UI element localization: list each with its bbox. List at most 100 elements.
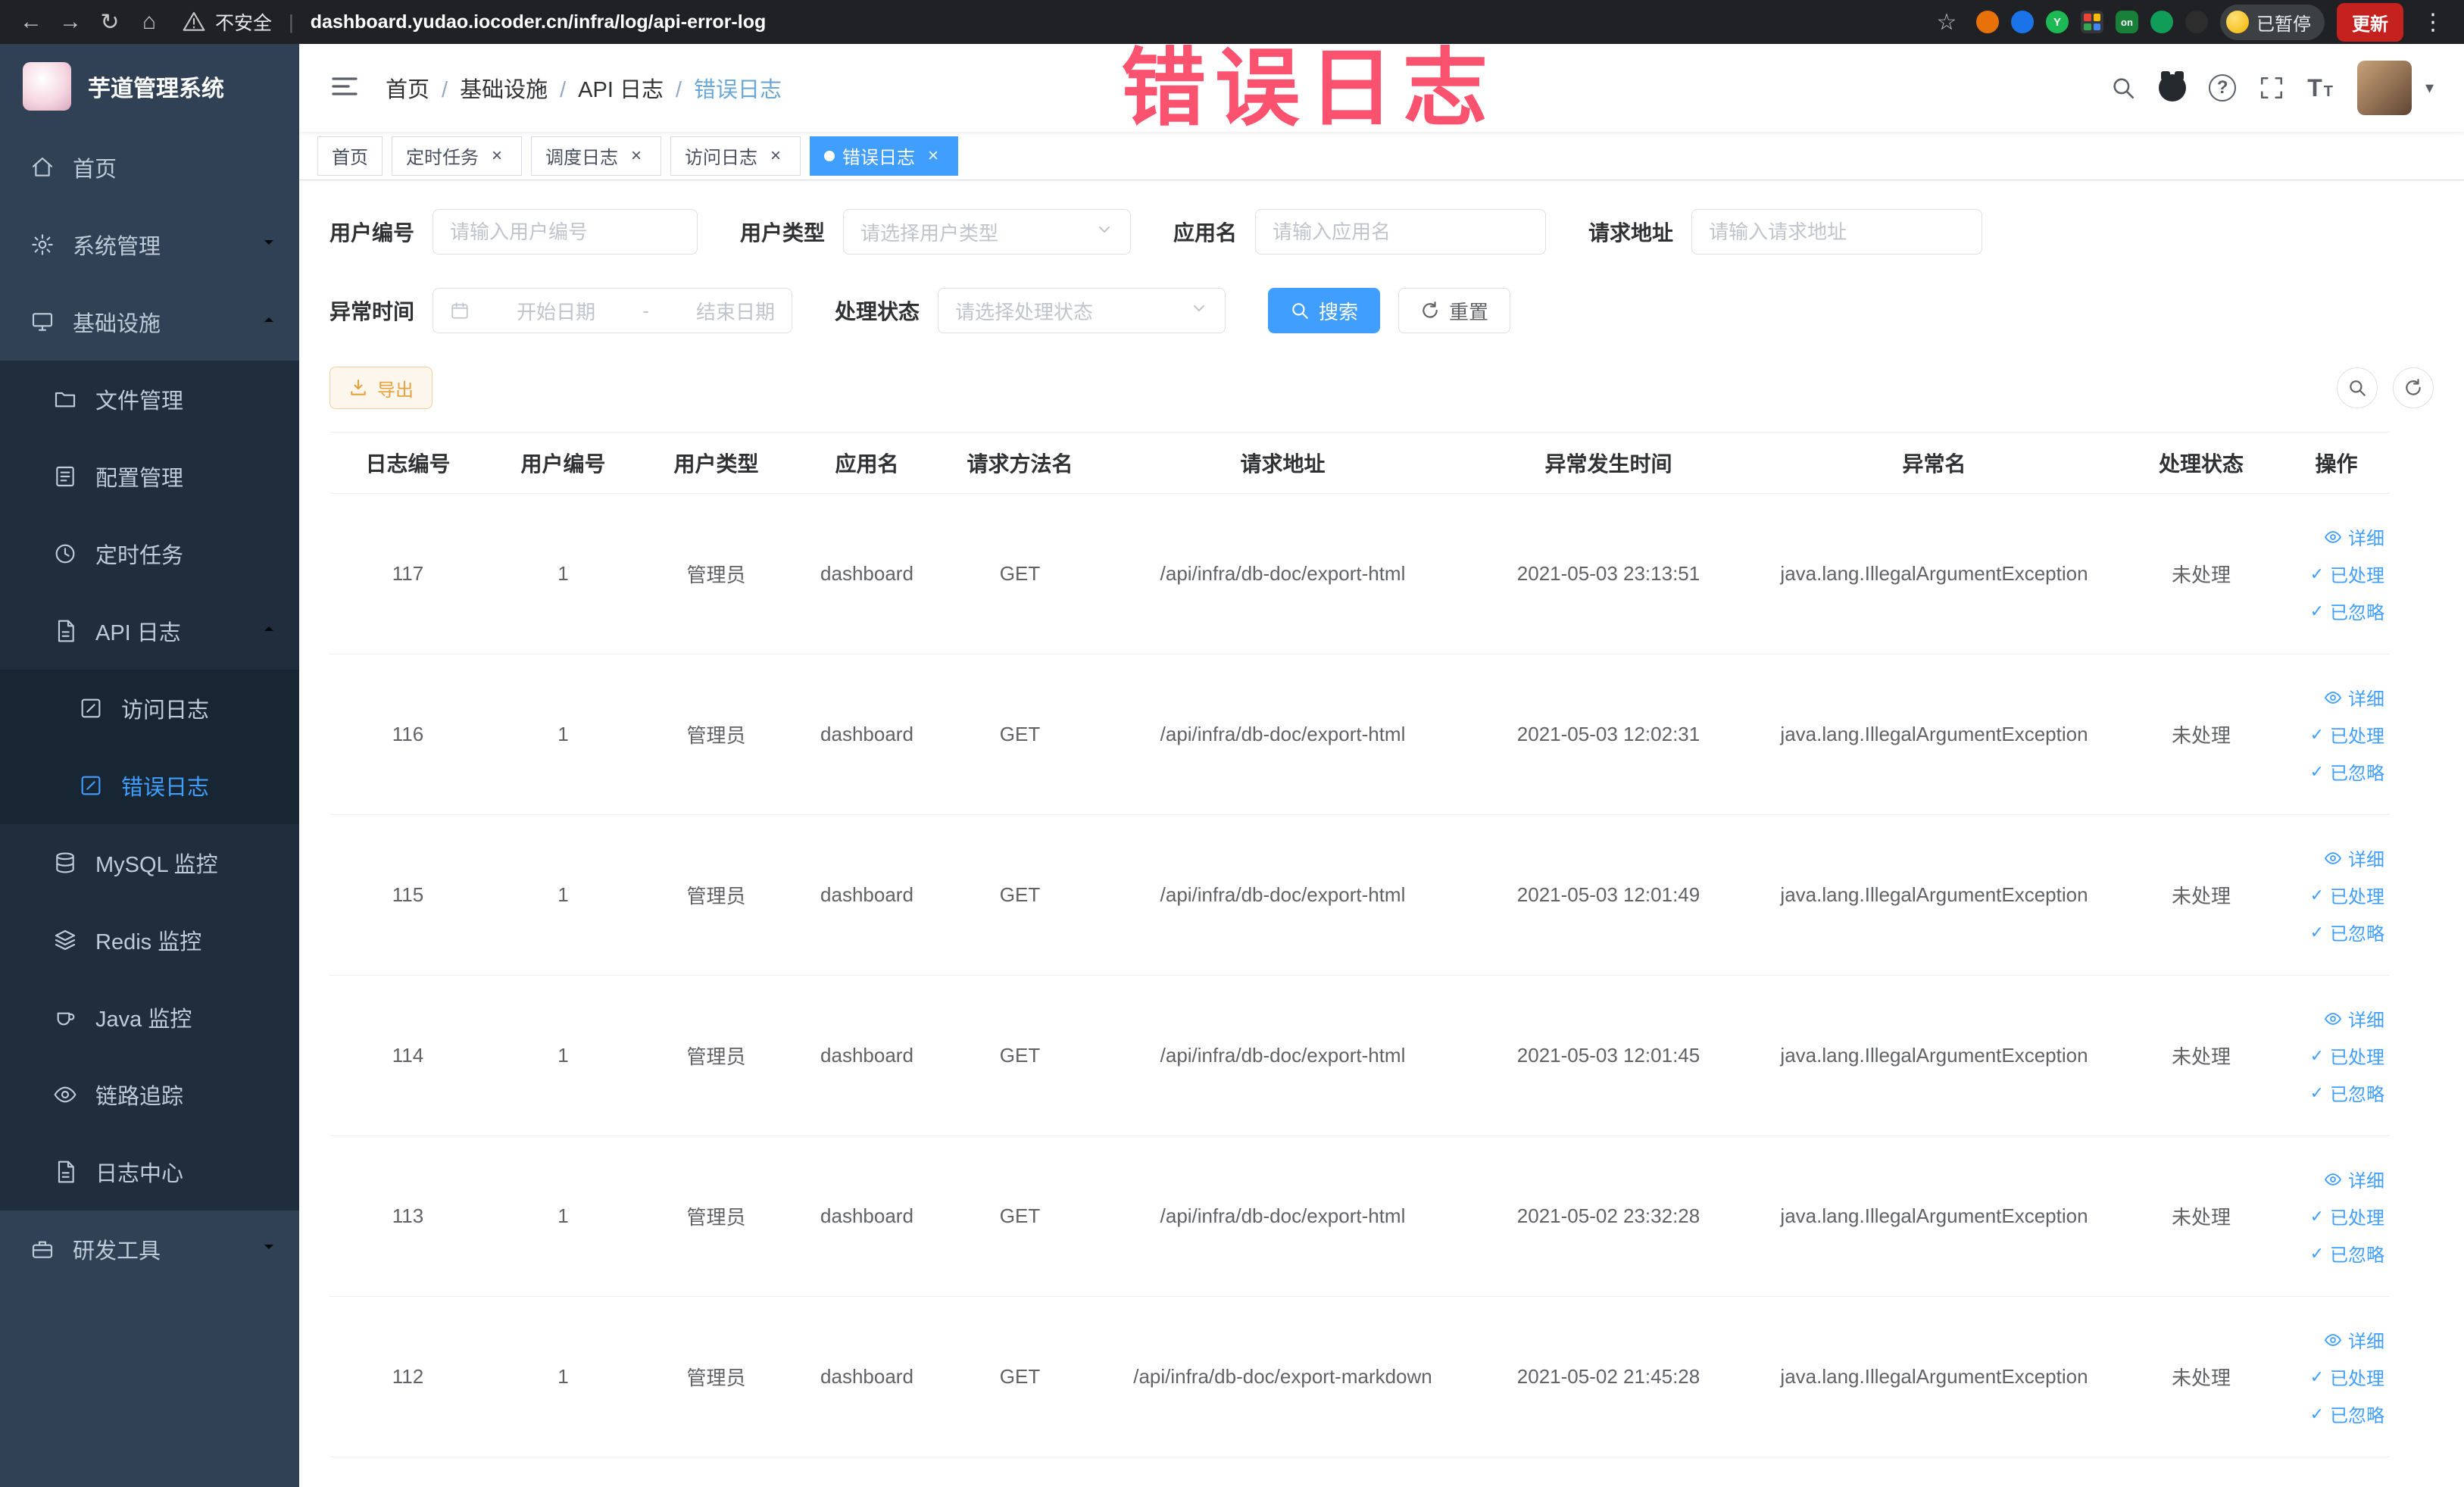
close-icon[interactable]: × xyxy=(486,145,507,167)
help-icon[interactable]: ? xyxy=(2209,74,2237,102)
sidebar-item-home[interactable]: 首页 xyxy=(0,129,299,206)
user-type-select[interactable]: 请选择用户类型 xyxy=(843,209,1132,255)
user-avatar[interactable] xyxy=(2356,61,2412,115)
process-status-cell: 未处理 xyxy=(2171,1045,2231,1068)
mark-ignored-link[interactable]: ✓ 已忽略 xyxy=(2310,1079,2384,1106)
home-icon xyxy=(30,155,55,180)
sidebar-item-label: 首页 xyxy=(73,158,117,182)
detail-link[interactable]: 详细 xyxy=(2324,1005,2384,1032)
extension-icon[interactable] xyxy=(1976,11,1999,33)
font-size-icon[interactable]: TT xyxy=(2307,74,2334,102)
tab-scheduled-tasks[interactable]: 定时任务 × xyxy=(392,136,522,176)
mark-processed-link[interactable]: ✓ 已处理 xyxy=(2310,561,2384,587)
mark-ignored-link[interactable]: ✓ 已忽略 xyxy=(2310,598,2384,624)
app-name-input[interactable] xyxy=(1273,220,1529,244)
search-icon[interactable] xyxy=(2110,75,2136,101)
tab-home[interactable]: 首页 xyxy=(317,136,383,176)
back-icon[interactable]: ← xyxy=(14,5,48,39)
update-button[interactable]: 更新 xyxy=(2337,2,2403,42)
extension-grid-icon[interactable] xyxy=(2081,11,2103,33)
home-icon[interactable]: ⌂ xyxy=(132,5,167,39)
extension-icon[interactable]: Y xyxy=(2046,11,2069,33)
sidebar-item-access-log[interactable]: 访问日志 xyxy=(0,670,299,747)
request-url-input[interactable] xyxy=(1709,220,1966,244)
breadcrumb-item[interactable]: 基础设施 xyxy=(460,72,578,104)
log-id-cell: 116 xyxy=(392,723,424,745)
export-button[interactable]: 导出 xyxy=(329,367,433,409)
sidebar-item-java-monitor[interactable]: Java 监控 xyxy=(0,979,299,1056)
address-bar[interactable]: 不安全 | dashboard.yudao.iocoder.cn/infra/l… xyxy=(182,8,1925,36)
forward-icon[interactable]: → xyxy=(53,5,88,39)
mark-ignored-link[interactable]: ✓ 已忽略 xyxy=(2310,1240,2384,1267)
user-id-cell: 1 xyxy=(557,1204,569,1227)
search-button[interactable]: 搜索 xyxy=(1268,288,1381,333)
process-status-select[interactable]: 请选择处理状态 xyxy=(938,288,1226,333)
request-method-cell: GET xyxy=(999,883,1041,906)
table-row: 117 1 管理员 dashboard GET /api/infra/db-do… xyxy=(329,494,2390,654)
mark-processed-link[interactable]: ✓ 已处理 xyxy=(2310,1364,2384,1390)
toggle-search-button[interactable] xyxy=(2337,367,2378,408)
sidebar-item-error-log[interactable]: 错误日志 xyxy=(0,747,299,824)
mark-processed-link[interactable]: ✓ 已处理 xyxy=(2310,882,2384,908)
calendar-icon xyxy=(450,301,470,320)
refresh-button[interactable] xyxy=(2393,367,2434,408)
detail-link[interactable]: 详细 xyxy=(2324,1326,2384,1353)
detail-link[interactable]: 详细 xyxy=(2324,523,2384,550)
reload-icon[interactable]: ↻ xyxy=(92,5,127,39)
sidebar-item-file-management[interactable]: 文件管理 xyxy=(0,361,299,438)
reset-button[interactable]: 重置 xyxy=(1398,288,1511,333)
sidebar-item-infrastructure[interactable]: 基础设施 xyxy=(0,283,299,361)
mark-ignored-link[interactable]: ✓ 已忽略 xyxy=(2310,1401,2384,1427)
extension-icon[interactable] xyxy=(2150,11,2173,33)
sidebar-item-label: 错误日志 xyxy=(121,776,210,800)
bookmark-star-icon[interactable]: ☆ xyxy=(1929,5,1964,39)
detail-link[interactable]: 详细 xyxy=(2324,684,2384,711)
mark-processed-link[interactable]: ✓ 已处理 xyxy=(2310,1042,2384,1069)
check-icon: ✓ xyxy=(2309,1045,2324,1065)
sidebar-item-label: 基础设施 xyxy=(73,312,161,336)
mark-ignored-link[interactable]: ✓ 已忽略 xyxy=(2310,758,2384,785)
sidebar-item-scheduled-tasks[interactable]: 定时任务 xyxy=(0,515,299,592)
column-header: 异常名 xyxy=(1902,452,1966,476)
table-row: 113 1 管理员 dashboard GET /api/infra/db-do… xyxy=(329,1136,2390,1297)
detail-link[interactable]: 详细 xyxy=(2324,845,2384,871)
sidebar-item-log-center[interactable]: 日志中心 xyxy=(0,1133,299,1211)
close-icon[interactable]: × xyxy=(765,145,786,167)
close-icon[interactable]: × xyxy=(923,145,944,167)
sidebar-item-dev-tools[interactable]: 研发工具 xyxy=(0,1211,299,1288)
mark-ignored-link[interactable]: ✓ 已忽略 xyxy=(2310,919,2384,945)
check-icon: ✓ xyxy=(2309,1243,2324,1263)
extension-icon[interactable] xyxy=(2185,11,2208,33)
sidebar-item-tracing[interactable]: 链路追踪 xyxy=(0,1056,299,1133)
sidebar-item-api-logs[interactable]: API 日志 xyxy=(0,592,299,670)
exception-name-cell: java.lang.IllegalArgumentException xyxy=(1780,723,2088,745)
extension-on-icon[interactable]: on xyxy=(2116,11,2138,33)
mark-processed-link[interactable]: ✓ 已处理 xyxy=(2310,1203,2384,1229)
sidebar-item-system-management[interactable]: 系统管理 xyxy=(0,206,299,283)
breadcrumb-item[interactable]: 首页 xyxy=(386,72,460,104)
request-url-cell: /api/infra/db-doc/export-html xyxy=(1160,562,1406,585)
caret-down-icon[interactable]: ▾ xyxy=(2425,78,2434,98)
sidebar-item-config-management[interactable]: 配置管理 xyxy=(0,438,299,515)
github-icon[interactable] xyxy=(2159,71,2187,102)
detail-link[interactable]: 详细 xyxy=(2324,1166,2384,1192)
tab-access-log[interactable]: 访问日志 × xyxy=(670,136,801,176)
sidebar-item-redis-monitor[interactable]: Redis 监控 xyxy=(0,901,299,979)
fullscreen-icon[interactable] xyxy=(2259,75,2284,101)
mark-processed-link[interactable]: ✓ 已处理 xyxy=(2310,721,2384,748)
url-text: dashboard.yudao.iocoder.cn/infra/log/api… xyxy=(310,11,767,33)
user-id-input[interactable] xyxy=(450,220,681,244)
extension-icon[interactable] xyxy=(2011,11,2034,33)
breadcrumb-item[interactable]: API 日志 xyxy=(578,72,694,104)
hamburger-icon[interactable] xyxy=(329,71,360,105)
tab-error-log[interactable]: 错误日志 × xyxy=(810,136,958,176)
detail-link-label: 详细 xyxy=(2348,1332,2384,1352)
paused-badge[interactable]: 已暂停 xyxy=(2220,4,2325,40)
sidebar-item-mysql-monitor[interactable]: MySQL 监控 xyxy=(0,824,299,901)
tab-job-log[interactable]: 调度日志 × xyxy=(531,136,661,176)
chrome-menu-icon[interactable]: ⋮ xyxy=(2416,9,2450,36)
process-status-cell: 未处理 xyxy=(2171,885,2231,908)
column-header: 处理状态 xyxy=(2158,452,2244,476)
close-icon[interactable]: × xyxy=(626,145,647,167)
date-range-picker[interactable]: 开始日期 - 结束日期 xyxy=(433,288,793,333)
